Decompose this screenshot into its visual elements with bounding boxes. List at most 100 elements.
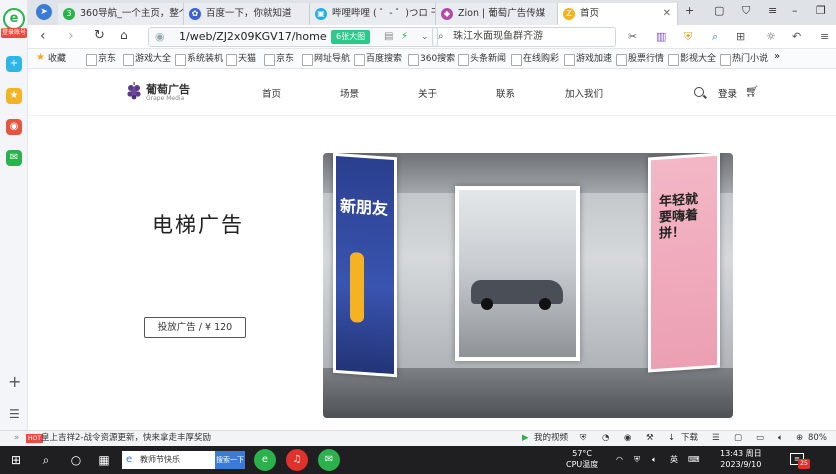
hammer-icon[interactable]: ⚒ [646, 431, 654, 446]
bookmark-item[interactable]: 头条新闻 [458, 52, 506, 66]
clock[interactable]: 13:43 周日 2023/9/10 [720, 448, 762, 470]
keyboard-icon[interactable]: ⌨ [688, 454, 700, 465]
cpu-temperature[interactable]: 57°C CPU温度 [566, 448, 598, 470]
image-count-pill[interactable]: 6张大图 [331, 30, 371, 44]
bookmark-item[interactable]: 京东 [86, 52, 116, 66]
nav-scenes[interactable]: 场景 [340, 86, 359, 100]
shield-tray-icon[interactable]: ⛨ [634, 454, 640, 465]
wheel [539, 298, 551, 310]
browser-logo-icon[interactable]: e [3, 8, 25, 30]
star-icon[interactable]: ★ [6, 88, 22, 104]
tab-zion[interactable]: ◆ Zion | 葡萄广告传媒 [436, 3, 558, 25]
bookmark-item[interactable]: 热门小说 [720, 52, 768, 66]
tab-bilibili[interactable]: ▣ 哔哩哔哩 ( ゜- ゜)つロ 干杯~ [310, 3, 436, 25]
login-badge[interactable]: 登录账号 [1, 28, 27, 38]
netease-music-app-icon[interactable]: ♫ [286, 449, 308, 471]
expand-icon[interactable]: » [14, 431, 19, 446]
video-icon[interactable]: ▶ [522, 431, 529, 446]
shirt-skin-icon[interactable]: ⛉ [742, 4, 750, 18]
network-icon[interactable]: ◠ [616, 454, 623, 465]
add-icon[interactable]: + [8, 372, 21, 391]
tab-label: 百度一下，你就知道 [206, 8, 292, 19]
bookmark-item[interactable]: 影视大全 [668, 52, 716, 66]
login-link[interactable]: 登录 [718, 86, 737, 100]
nav-about[interactable]: 关于 [418, 86, 437, 100]
close-tab-icon[interactable]: ✕ [663, 3, 671, 25]
search-icon[interactable]: ⌕ [38, 452, 54, 468]
tab-baidu[interactable]: ✿ 百度一下，你就知道 [184, 3, 310, 25]
search-icon[interactable] [694, 87, 704, 97]
more-menu-icon[interactable]: ≡ [820, 30, 829, 43]
url-field[interactable]: ◉ 1/web/ZJ2x09KGV17/home 6张大图 ▤ ⚡ ⌄ [148, 27, 438, 47]
refresh-icon[interactable]: ↻ [94, 28, 105, 43]
navigation-icon[interactable]: ➤ [36, 4, 52, 20]
restore-icon[interactable]: ❐ [816, 4, 826, 17]
zoom-icon[interactable]: ⊕ [796, 431, 803, 446]
volume-icon[interactable]: 🔈︎ [778, 431, 783, 446]
bookmark-item[interactable]: 游戏大全 [123, 52, 171, 66]
speaker-icon[interactable]: 🔈︎ [652, 454, 657, 465]
site-info-icon[interactable]: ◉ [155, 28, 165, 46]
bolt-icon[interactable]: ⚡ [401, 28, 408, 46]
reader-icon[interactable]: ▤ [384, 28, 393, 46]
nav-contact[interactable]: 联系 [496, 86, 515, 100]
back-icon[interactable]: ‹ [40, 28, 46, 44]
news-ticker[interactable]: 皇上吉祥2-战令资源更新，快来拿走丰厚奖励 [41, 431, 211, 446]
home-icon[interactable]: ⌂ [120, 28, 128, 42]
weibo-icon[interactable]: ◉ [6, 119, 22, 135]
download-icon[interactable]: ↓ [668, 431, 675, 446]
brightness-icon[interactable]: ☼ [766, 30, 776, 43]
forward-icon[interactable]: › [68, 28, 74, 44]
bookmark-item[interactable]: 收藏 [36, 51, 66, 66]
nav-home[interactable]: 首页 [262, 86, 281, 100]
notes-icon[interactable]: ☰ [712, 431, 720, 446]
wechat-app-icon[interactable]: ✉ [318, 449, 340, 471]
taskbar-search-box[interactable]: e 教师节快乐 搜索一下 [122, 451, 245, 469]
tab-home[interactable]: Z 首页 ✕ [558, 3, 678, 25]
eye-icon[interactable]: ◉ [624, 431, 631, 446]
menu-lines-icon[interactable]: ≡ [768, 4, 777, 17]
minimize-icon[interactable]: – [792, 4, 798, 17]
bookmark-item[interactable]: 在线购彩 [511, 52, 559, 66]
undo-icon[interactable]: ↶ [792, 30, 801, 43]
bookmark-item[interactable]: 系统装机 [175, 52, 223, 66]
tab-360[interactable]: 3 360导航_一个主页，整个世界 [58, 3, 184, 25]
bookmark-item[interactable]: 天猫 [226, 52, 256, 66]
bookmark-item[interactable]: 京东 [264, 52, 294, 66]
bookmark-item[interactable]: 股票行情 [616, 52, 664, 66]
chevron-down-icon[interactable]: ⌄ [421, 28, 429, 46]
more-bookmarks-icon[interactable]: » [774, 51, 780, 62]
download-link[interactable]: 下载 [681, 431, 698, 446]
grid-apps-icon[interactable]: ⊞ [736, 30, 745, 43]
cart-icon[interactable]: 🛒︎ [745, 85, 759, 98]
scissors-icon[interactable]: ✂ [628, 30, 637, 43]
shield-icon[interactable]: ⛨ [684, 30, 692, 44]
speed-icon[interactable]: ◔ [602, 431, 609, 446]
bookmark-item[interactable]: 网址导航 [302, 52, 350, 66]
taskbar-search-button[interactable]: 搜索一下 [215, 451, 245, 469]
my-video-link[interactable]: 我的视频 [534, 431, 568, 446]
shield-status-icon[interactable]: ⛨ [580, 431, 586, 446]
place-ad-button[interactable]: 投放广告 / ¥ 120 [144, 317, 246, 338]
window-icon[interactable]: ▢ [734, 431, 742, 446]
search-field[interactable]: ⌕ 珠江水面现鱼群齐游 [432, 27, 616, 47]
nav-join-us[interactable]: 加入我们 [565, 86, 603, 100]
mail-icon[interactable]: ✉ [6, 150, 22, 166]
tab-list-icon[interactable]: ▢ [714, 4, 724, 17]
ime-language[interactable]: 英 [670, 454, 678, 465]
baidu-paw-icon: ✿ [189, 8, 201, 20]
menu-icon[interactable]: ☰ [9, 407, 20, 421]
bookmark-item[interactable]: 游戏加速 [564, 52, 612, 66]
bookmark-item[interactable]: 360搜索 [408, 52, 455, 66]
screen-icon[interactable]: ▭ [756, 431, 764, 446]
bookmark-item[interactable]: 百度搜索 [354, 52, 402, 66]
windows-start-icon[interactable]: ⊞ [8, 452, 24, 468]
360-browser-app-icon[interactable]: e [254, 449, 276, 471]
new-tab-icon[interactable]: + [685, 4, 694, 17]
task-view-icon[interactable]: ○ [68, 452, 84, 468]
magnifier-icon[interactable]: ⌕ [712, 30, 718, 44]
site-logo[interactable]: 葡萄广告 Grape Media [126, 80, 196, 104]
plus-circle-icon[interactable]: + [6, 56, 22, 72]
extension-icon[interactable]: ▥ [656, 30, 666, 43]
file-explorer-icon[interactable]: ▦ [96, 452, 112, 468]
